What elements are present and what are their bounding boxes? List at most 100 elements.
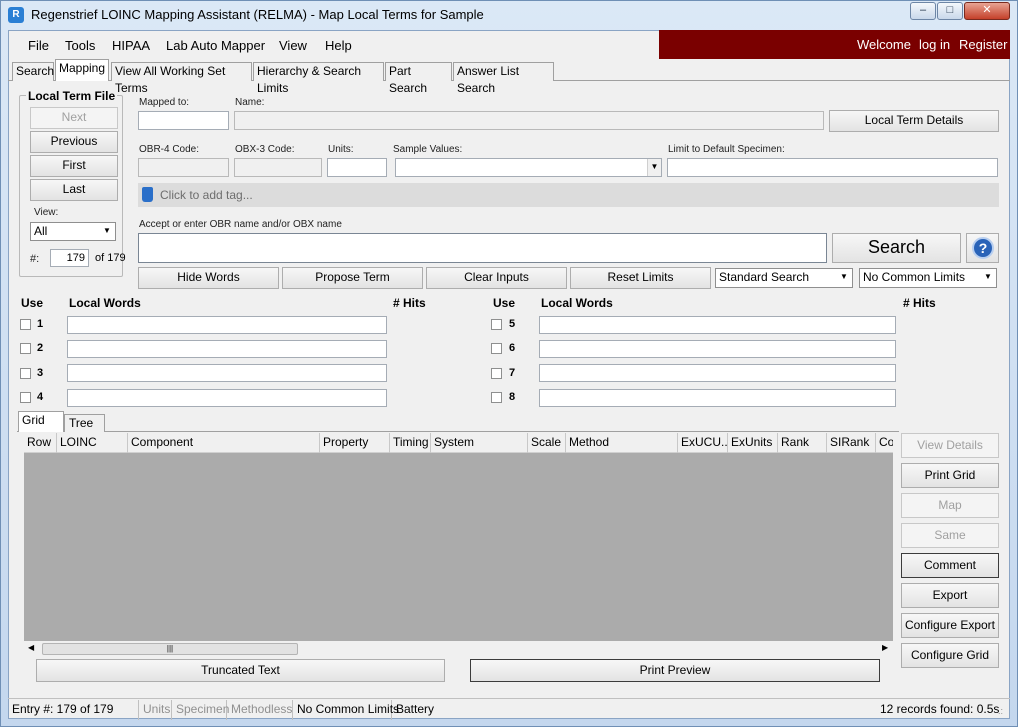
search-type-select[interactable]: Standard Search ▼ [715, 268, 853, 288]
local-word-input-6[interactable] [539, 340, 896, 358]
window-title: Regenstrief LOINC Mapping Assistant (REL… [31, 7, 484, 22]
use-checkbox-6[interactable] [491, 343, 502, 354]
status-common-limits: No Common Limits [293, 700, 399, 720]
use-header-left: Use [21, 296, 44, 310]
local-word-input-3[interactable] [67, 364, 387, 382]
help-button[interactable]: ? [966, 233, 999, 263]
configure-export-button[interactable]: Configure Export [901, 613, 999, 638]
scroll-left-icon[interactable]: ◀ [28, 643, 34, 652]
obr-obx-name-input[interactable] [138, 233, 827, 263]
use-checkbox-8[interactable] [491, 392, 502, 403]
status-bar-divider [8, 698, 1010, 699]
obr4-code-field[interactable] [138, 158, 229, 177]
use-checkbox-2[interactable] [20, 343, 31, 354]
view-select[interactable]: All ▼ [30, 222, 116, 241]
tag-bar[interactable]: Click to add tag... [138, 183, 999, 207]
maximize-button[interactable]: □ [937, 2, 963, 20]
sample-values-label: Sample Values: [393, 144, 463, 155]
close-button[interactable]: ✕ [964, 2, 1010, 20]
print-preview-button[interactable]: Print Preview [470, 659, 880, 682]
use-checkbox-5[interactable] [491, 319, 502, 330]
tab-part-search[interactable]: Part Search [385, 62, 452, 95]
column-header[interactable]: ExUnits [728, 433, 778, 453]
first-button[interactable]: First [30, 155, 118, 177]
tab-grid[interactable]: Grid [18, 411, 64, 432]
next-button[interactable]: Next [30, 107, 118, 129]
tab-view-all-working-set-terms[interactable]: View All Working Set Terms [111, 62, 252, 95]
column-header[interactable]: SIRank [827, 433, 876, 453]
local-word-input-2[interactable] [67, 340, 387, 358]
common-limits-value: No Common Limits [863, 270, 966, 284]
use-checkbox-3[interactable] [20, 368, 31, 379]
previous-button[interactable]: Previous [30, 131, 118, 153]
limit-default-specimen-field[interactable] [667, 158, 998, 177]
search-button[interactable]: Search [832, 233, 961, 263]
column-header[interactable]: System [431, 433, 528, 453]
comment-button[interactable]: Comment [901, 553, 999, 578]
print-grid-button[interactable]: Print Grid [901, 463, 999, 488]
common-limits-select[interactable]: No Common Limits ▼ [859, 268, 997, 288]
map-button[interactable]: Map [901, 493, 999, 518]
local-words-header-right: Local Words [541, 296, 613, 310]
column-header[interactable]: Rank [778, 433, 827, 453]
column-header[interactable]: Method [566, 433, 678, 453]
obx3-code-field[interactable] [234, 158, 322, 177]
mapped-to-field[interactable] [138, 111, 229, 130]
menu-help[interactable]: Help [325, 38, 352, 53]
view-details-button[interactable]: View Details [901, 433, 999, 458]
column-header[interactable]: ExUCU... [678, 433, 728, 453]
last-button[interactable]: Last [30, 179, 118, 201]
local-word-input-7[interactable] [539, 364, 896, 382]
menu-hipaa[interactable]: HIPAA [112, 38, 150, 53]
configure-grid-button[interactable]: Configure Grid [901, 643, 999, 668]
tab-mapping[interactable]: Mapping [55, 59, 109, 81]
local-word-input-5[interactable] [539, 316, 896, 334]
tab-hierarchy-search-limits[interactable]: Hierarchy & Search Limits [253, 62, 384, 95]
results-grid-body[interactable] [24, 453, 893, 641]
reset-limits-button[interactable]: Reset Limits [570, 267, 711, 289]
tab-tree[interactable]: Tree [64, 414, 105, 432]
hide-words-button[interactable]: Hide Words [138, 267, 279, 289]
export-button[interactable]: Export [901, 583, 999, 608]
minimize-button[interactable]: – [910, 2, 936, 20]
use-checkbox-4[interactable] [20, 392, 31, 403]
units-field[interactable] [327, 158, 387, 177]
local-word-input-1[interactable] [67, 316, 387, 334]
menu-file[interactable]: File [28, 38, 49, 53]
scroll-thumb[interactable]: ||| [42, 643, 298, 655]
login-link[interactable]: log in [919, 37, 950, 52]
menu-view[interactable]: View [279, 38, 307, 53]
local-word-input-4[interactable] [67, 389, 387, 407]
scroll-right-icon[interactable]: ▶ [882, 643, 888, 652]
use-checkbox-7[interactable] [491, 368, 502, 379]
menu-tools[interactable]: Tools [65, 38, 95, 53]
menu-lab-auto-mapper[interactable]: Lab Auto Mapper [166, 38, 265, 53]
entry-total-text: of 179 [95, 252, 126, 264]
clear-inputs-button[interactable]: Clear Inputs [426, 267, 567, 289]
chevron-down-icon: ▼ [99, 223, 115, 240]
column-header[interactable]: Component [128, 433, 320, 453]
sample-values-select[interactable]: ▼ [395, 158, 662, 177]
accept-enter-name-label: Accept or enter OBR name and/or OBX name [139, 219, 342, 230]
column-header[interactable]: Property [320, 433, 390, 453]
column-header[interactable]: Co [876, 433, 893, 453]
local-term-details-button[interactable]: Local Term Details [829, 110, 999, 132]
local-word-input-8[interactable] [539, 389, 896, 407]
resize-grip-icon[interactable]: .: [998, 706, 1003, 716]
column-header[interactable]: Timing [390, 433, 431, 453]
propose-term-button[interactable]: Propose Term [282, 267, 423, 289]
horizontal-scrollbar[interactable]: ◀ ||| ▶ [24, 641, 893, 657]
truncated-text-button[interactable]: Truncated Text [36, 659, 445, 682]
chevron-down-icon[interactable]: ▼ [647, 159, 661, 176]
column-header[interactable]: Scale [528, 433, 566, 453]
entry-number-input[interactable]: 179 [50, 249, 89, 267]
search-type-value: Standard Search [719, 270, 810, 284]
name-field[interactable] [234, 111, 824, 130]
register-link[interactable]: Register [959, 37, 1007, 52]
column-header[interactable]: Row [24, 433, 57, 453]
tab-search[interactable]: Search [12, 62, 54, 81]
column-header[interactable]: LOINC [57, 433, 128, 453]
use-checkbox-1[interactable] [20, 319, 31, 330]
tab-answer-list-search[interactable]: Answer List Search [453, 62, 554, 95]
same-button[interactable]: Same [901, 523, 999, 548]
